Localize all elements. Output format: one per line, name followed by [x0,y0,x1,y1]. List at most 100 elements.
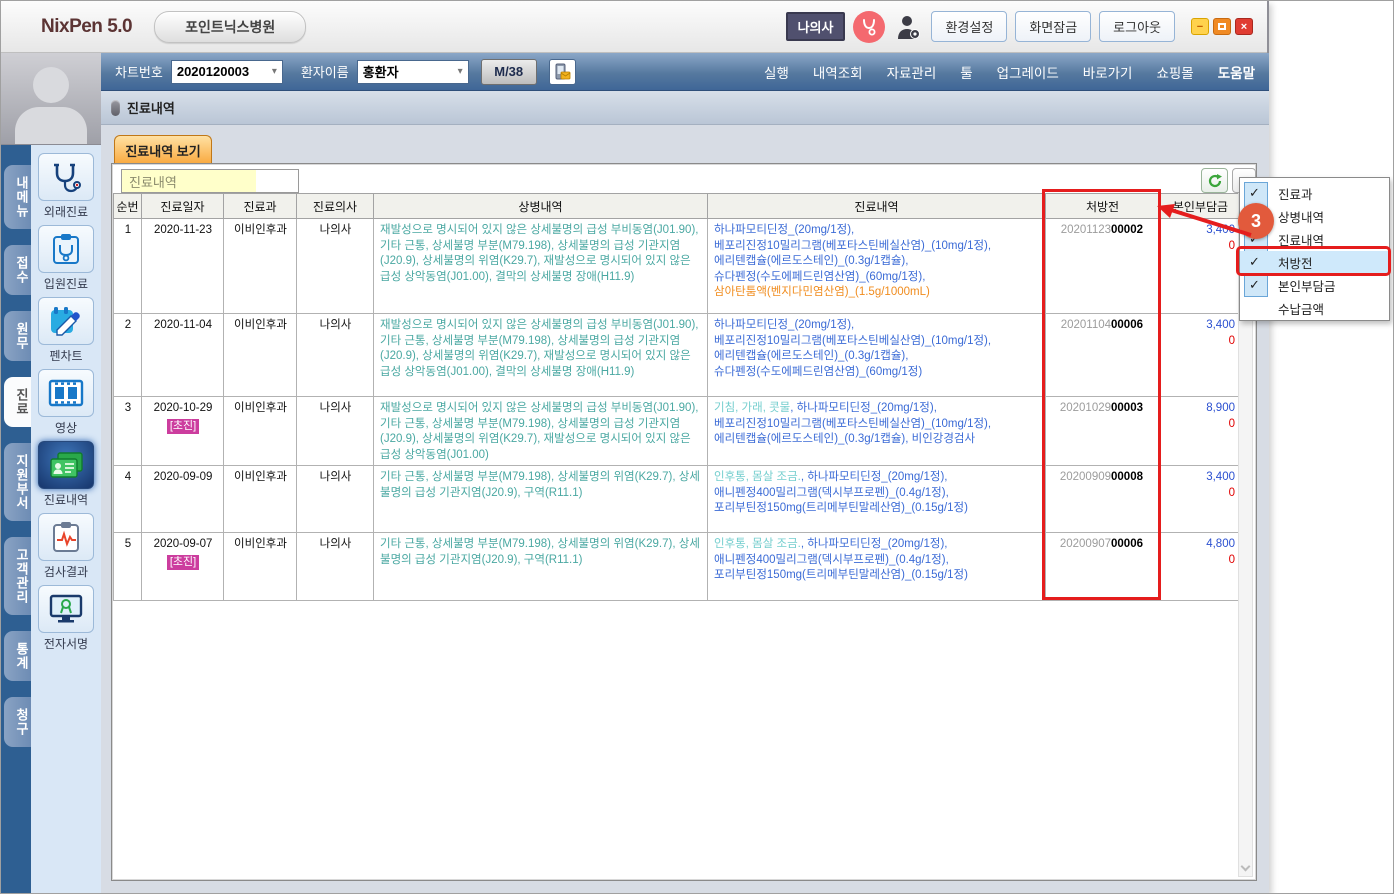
popup-rows: ✓진료과✓상병내역✓진료내역✓처방전✓본인부담금수납금액 [1240,178,1389,320]
user-settings-icon[interactable] [893,11,923,43]
treatment-history-table: 순번진료일자진료과진료의사상병내역진료내역처방전본인부담금 12020-11-2… [113,193,1242,601]
diagnosis-cell: 기타 근통, 상세불명 부분(M79.198), 상세불명의 위염(K29.7)… [374,533,708,601]
chevron-down-icon [1241,862,1251,872]
sidebar-tab-2[interactable]: 원무 [4,311,31,361]
copay-cell: 3,4000 [1160,466,1242,533]
stethoscope-badge-icon[interactable] [853,11,885,43]
sidebar-tab-7[interactable]: 청구 [4,697,31,747]
copay-cell: 8,9000 [1160,397,1242,466]
titlebar-actions: 나의사 환경설정 화면잠금 로그아웃 − × [786,11,1253,43]
sidebar-tab-6[interactable]: 통계 [4,631,31,681]
column-header-4[interactable]: 상병내역 [374,194,708,219]
page-header: 진료내역 [101,91,1269,125]
sidebar-item-label: 외래진료 [44,203,88,220]
table-row[interactable]: 52020-09-07[초진]이비인후과나의사기타 근통, 상세불명 부분(M7… [114,533,1242,601]
sex-age-button[interactable]: M/38 [481,59,537,85]
menu-item-2[interactable]: 자료관리 [887,62,937,82]
diagnosis-cell: 재발성으로 명시되어 있지 않은 상세불명의 급성 부비동염(J01.90), … [374,314,708,397]
table-header-row: 순번진료일자진료과진료의사상병내역진료내역처방전본인부담금 [114,194,1242,219]
sidebar-item-6[interactable]: 전자서명 [38,585,94,652]
chart-number-value: 2020120003 [177,64,249,79]
popup-item-4[interactable]: ✓본인부담금 [1240,274,1389,297]
minimize-icon[interactable]: − [1191,18,1209,35]
checkmark-icon: ✓ [1249,254,1260,270]
refresh-icon[interactable] [1201,168,1228,193]
treatment-cell: 인후통, 몸살 조금., 하나파모티딘정_(20mg/1정),애니펜정400밀리… [708,466,1046,533]
popup-item-3[interactable]: ✓처방전 [1240,251,1389,274]
close-icon[interactable]: × [1235,18,1253,35]
content-area: 진료내역 보기 ▾ 순번진료일자진료과진료의사상병내역진료내역처방전본인부담금 … [101,125,1269,893]
sidebar-item-0[interactable]: 외래진료 [38,153,94,220]
menu-item-5[interactable]: 바로가기 [1083,62,1133,82]
column-header-5[interactable]: 진료내역 [708,194,1046,219]
sidebar-tab-1[interactable]: 접수 [4,245,31,295]
test-result-icon [38,513,94,561]
maximize-icon[interactable] [1213,18,1231,35]
sidebar-tab-4[interactable]: 지원부서 [4,443,31,521]
treatment-history-icon [38,441,94,489]
table-row[interactable]: 12020-11-23이비인후과나의사재발성으로 명시되어 있지 않은 상세불명… [114,219,1242,314]
menu-item-1[interactable]: 내역조회 [813,62,863,82]
pen-chart-icon [38,297,94,345]
tab-treatment-history-view[interactable]: 진료내역 보기 [114,135,212,164]
search-input[interactable] [121,169,299,193]
sidebar: 내메뉴접수원무진료지원부서고객관리통계청구 외래진료입원진료펜차트영상진료내역검… [1,53,101,893]
popup-item-5[interactable]: 수납금액 [1240,297,1389,320]
sidebar-item-3[interactable]: 영상 [38,369,94,436]
sidebar-item-2[interactable]: 펜차트 [38,297,94,364]
chevron-down-icon: ▾ [458,66,463,77]
checkmark-icon: ✓ [1249,277,1260,293]
sidebar-item-1[interactable]: 입원진료 [38,225,94,292]
column-header-7[interactable]: 본인부담금 [1160,194,1242,219]
patient-name-value: 홍환자 [363,62,399,81]
inpatient-icon [38,225,94,273]
hospital-name-badge: 포인트닉스병원 [154,11,306,43]
sidebar-item-label: 입원진료 [44,275,88,292]
first-visit-badge: [초진] [167,419,199,435]
chart-number-select[interactable]: 2020120003 ▾ [171,60,283,84]
page-title: 진료내역 [127,98,175,117]
screen-lock-button[interactable]: 화면잠금 [1015,11,1091,42]
patient-name-select[interactable]: 홍환자 ▾ [357,60,469,84]
menu-item-4[interactable]: 업그레이드 [997,62,1059,82]
popup-item-0[interactable]: ✓진료과 [1240,182,1389,205]
diagnosis-cell: 재발성으로 명시되어 있지 않은 상세불명의 급성 부비동염(J01.90), … [374,219,708,314]
sidebar-tab-0[interactable]: 내메뉴 [4,165,31,229]
table-row[interactable]: 32020-10-29[초진]이비인후과나의사재발성으로 명시되어 있지 않은 … [114,397,1242,466]
avatar [1,53,101,145]
capsule-icon [111,100,120,116]
table-row[interactable]: 22020-11-04이비인후과나의사재발성으로 명시되어 있지 않은 상세불명… [114,314,1242,397]
sidebar-tab-5[interactable]: 고객관리 [4,537,31,615]
menu-item-3[interactable]: 툴 [960,62,972,82]
column-header-6[interactable]: 처방전 [1046,194,1160,219]
column-header-3[interactable]: 진료의사 [297,194,374,219]
menu-item-0[interactable]: 실행 [764,62,789,82]
stethoscope-icon [38,153,94,201]
prescription-cell: 2020110400006 [1046,314,1160,397]
prescription-cell: 2020112300002 [1046,219,1160,314]
table-row[interactable]: 42020-09-09이비인후과나의사기타 근통, 상세불명 부분(M79.19… [114,466,1242,533]
menu-item-7[interactable]: 도움말 [1218,62,1255,82]
sidebar-item-4[interactable]: 진료내역 [38,441,94,508]
patient-toolbar: 차트번호 2020120003 ▾ 환자이름 홍환자 ▾ M/38 실행내역조회… [101,53,1269,91]
sidebar-tab-3[interactable]: 진료 [4,377,31,427]
phone-message-icon[interactable] [549,59,576,85]
settings-button[interactable]: 환경설정 [931,11,1007,42]
column-header-1[interactable]: 진료일자 [142,194,224,219]
copay-cell: 3,4000 [1160,219,1242,314]
imaging-icon [38,369,94,417]
app-window: NixPen 5.0 포인트닉스병원 나의사 환경설정 화면잠금 로그아웃 − … [1,1,1269,893]
sidebar-tabstrip: 내메뉴접수원무진료지원부서고객관리통계청구 [1,145,31,893]
treatment-cell: 하나파모티딘정_(20mg/1정),베포리진정10밀리그램(베포타스틴베실산염)… [708,219,1046,314]
menu-item-6[interactable]: 쇼핑몰 [1156,62,1193,82]
sidebar-item-label: 펜차트 [49,347,82,364]
app-logo: NixPen 5.0 [41,16,132,38]
column-header-2[interactable]: 진료과 [224,194,297,219]
logout-button[interactable]: 로그아웃 [1099,11,1175,42]
main-menu: 실행 내역조회 자료관리 툴 업그레이드 바로가기 쇼핑몰 도움말 [764,62,1255,82]
sidebar-item-5[interactable]: 검사결과 [38,513,94,580]
chevron-down-icon: ▾ [272,66,277,77]
column-header-0[interactable]: 순번 [114,194,142,219]
prescription-cell: 2020102900003 [1046,397,1160,466]
current-user-button[interactable]: 나의사 [786,12,846,41]
